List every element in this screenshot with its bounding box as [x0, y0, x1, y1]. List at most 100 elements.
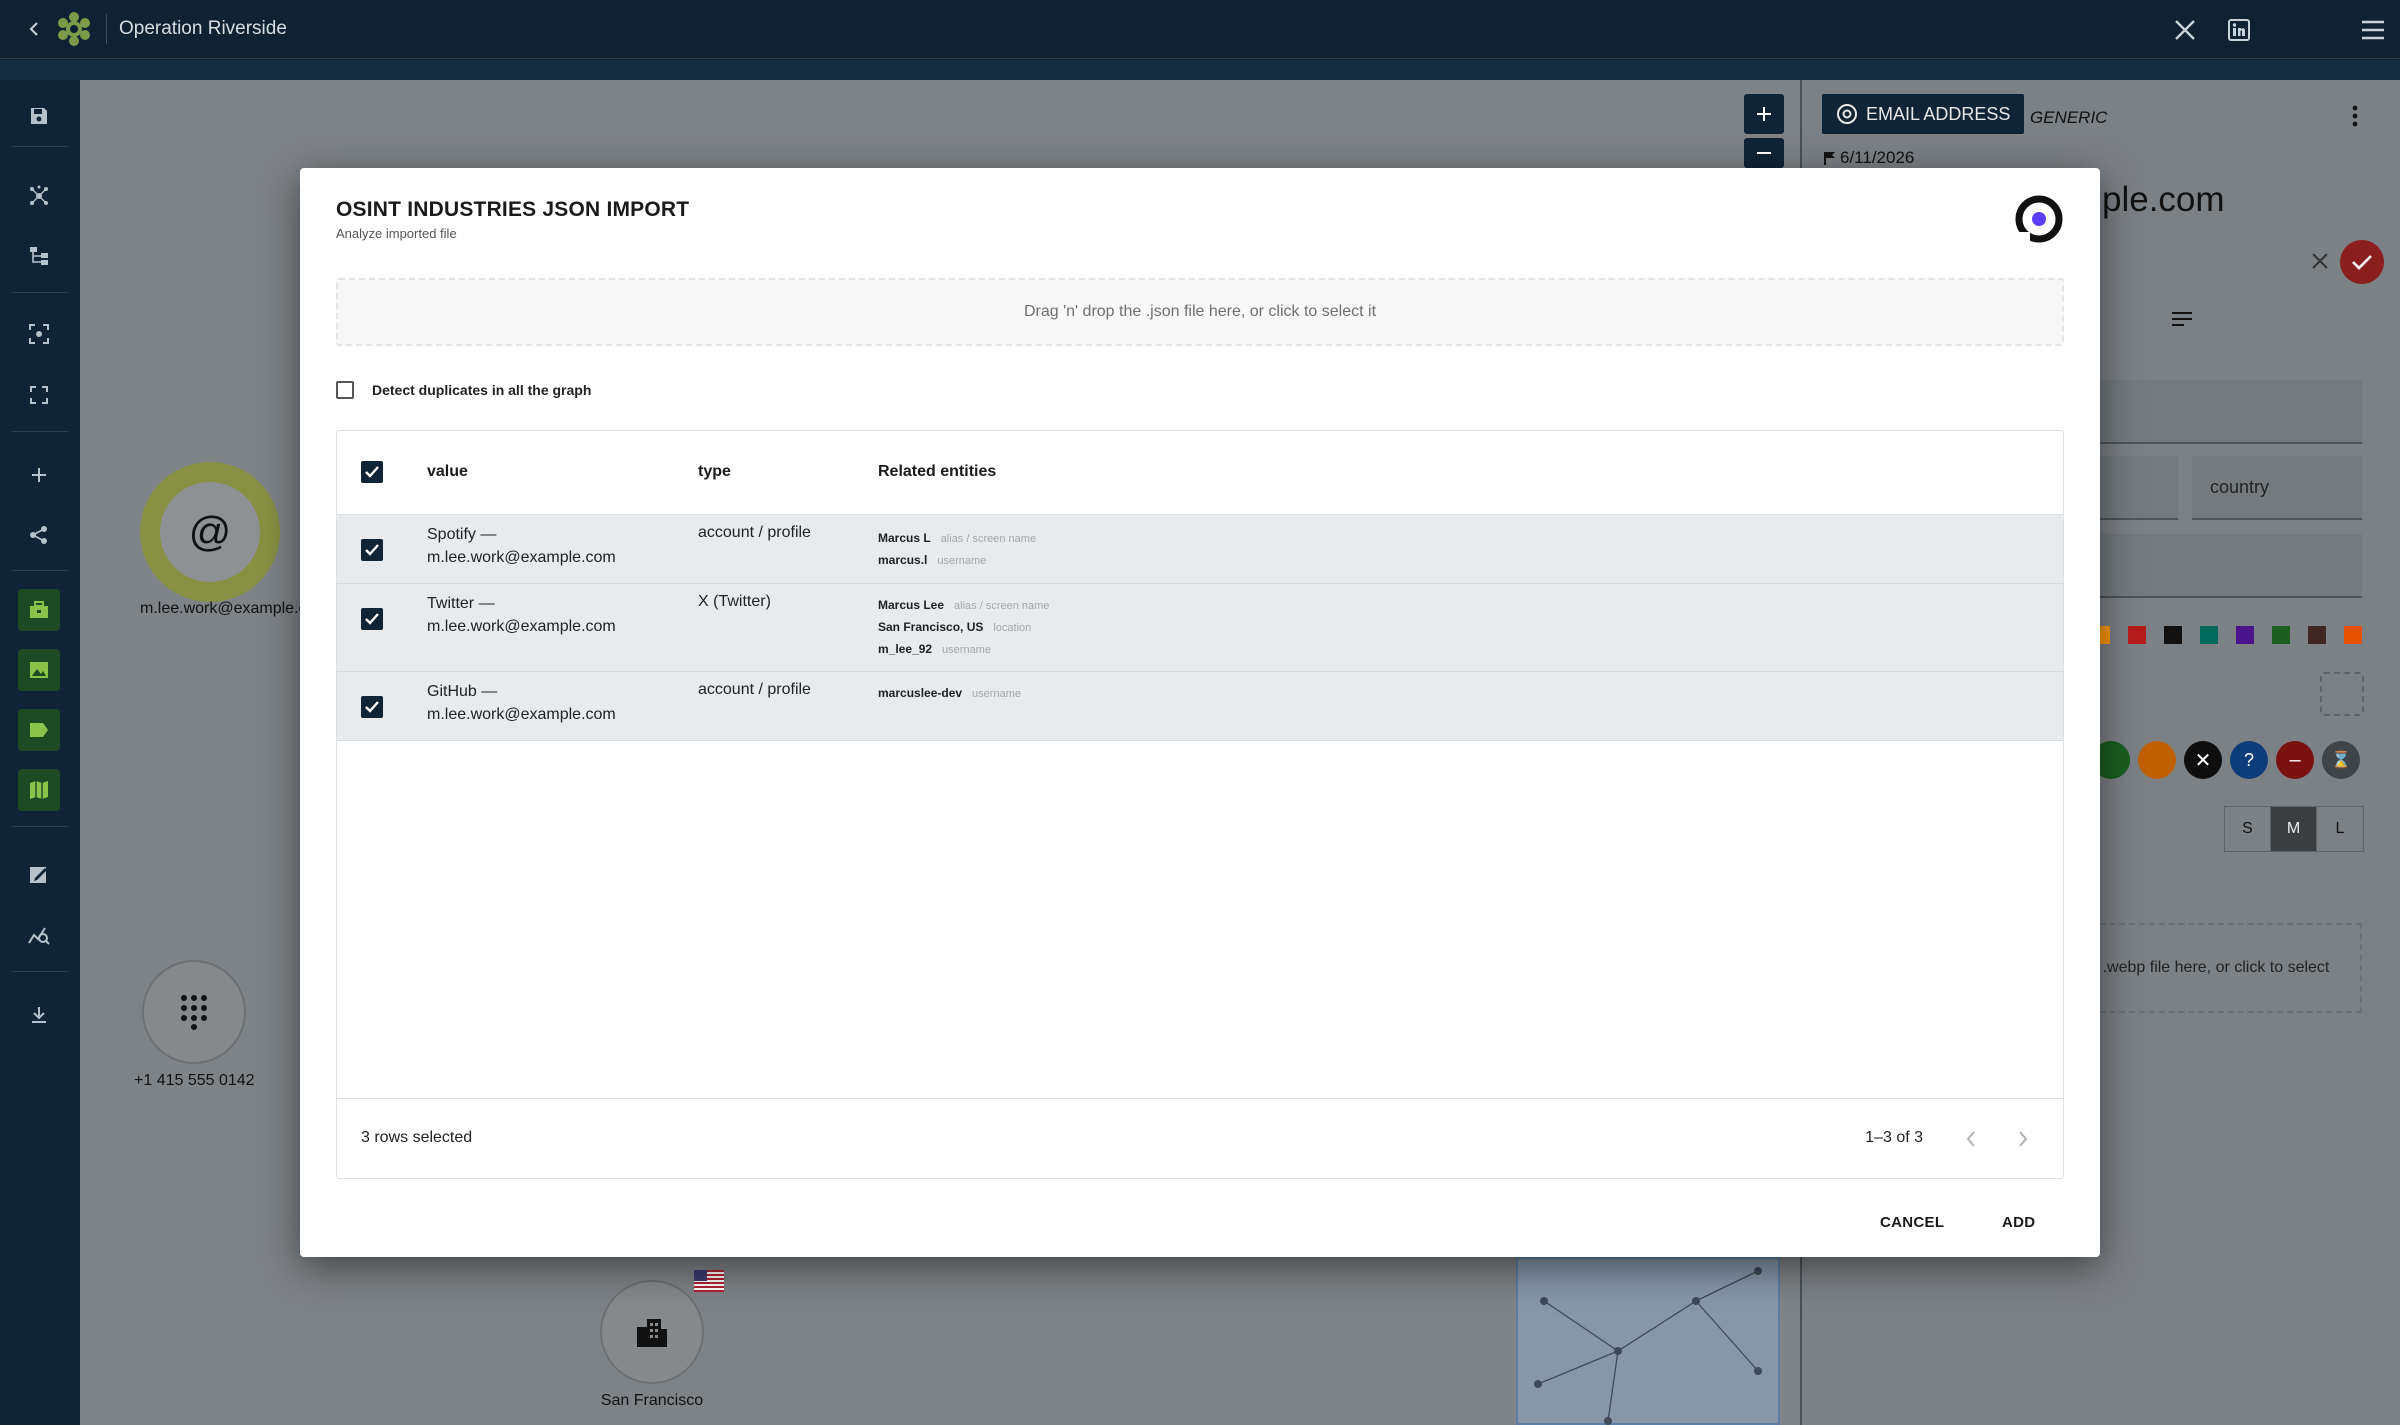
- zoom-out-button[interactable]: [1744, 138, 1784, 168]
- size-l-button[interactable]: L: [2317, 807, 2363, 851]
- city-icon: [600, 1280, 704, 1384]
- app-logo: [56, 11, 92, 47]
- zoom-in-button[interactable]: [1744, 94, 1784, 134]
- color-swatch[interactable]: [2344, 626, 2362, 644]
- city-node-label: San Francisco: [600, 1392, 704, 1409]
- color-swatch[interactable]: [2236, 626, 2254, 644]
- status-blocked-icon[interactable]: –: [2276, 741, 2314, 779]
- dialog-subtitle: Analyze imported file: [336, 226, 457, 241]
- image-dropzone-label: .webp file here, or click to select: [2102, 959, 2330, 976]
- detect-duplicates[interactable]: Detect duplicates in all the graph: [336, 381, 591, 399]
- check-icon: [365, 613, 379, 625]
- column-header-type[interactable]: type: [698, 463, 731, 481]
- entity-type-chip[interactable]: EMAIL ADDRESS: [1822, 94, 2025, 134]
- generic-label: GENERIC: [2030, 108, 2108, 127]
- cancel-button[interactable]: CANCEL: [1868, 1206, 1956, 1239]
- entity-title: ple.com: [2102, 180, 2225, 219]
- row-checkbox[interactable]: [361, 539, 383, 561]
- select-all-checkbox[interactable]: [361, 461, 383, 483]
- map-icon[interactable]: [18, 769, 60, 811]
- share-icon[interactable]: [18, 514, 60, 556]
- status-pending-icon[interactable]: ⌛: [2322, 741, 2360, 779]
- related-entity-type: alias / screen name: [954, 600, 1050, 612]
- json-dropzone[interactable]: Drag 'n' drop the .json file here, or cl…: [336, 278, 2064, 346]
- analytics-icon[interactable]: [18, 914, 60, 956]
- table-row[interactable]: Twitter — m.lee.work@example.com X (Twit…: [337, 584, 2063, 672]
- tag-icon[interactable]: [18, 709, 60, 751]
- us-flag-icon: [694, 1270, 724, 1292]
- color-swatches[interactable]: [2092, 626, 2362, 644]
- minimap[interactable]: [1516, 1257, 1780, 1425]
- check-icon: [365, 701, 379, 713]
- edit-icon[interactable]: [18, 853, 60, 895]
- toolbox-icon[interactable]: [18, 589, 60, 631]
- pagination-label: 1–3 of 3: [1865, 1129, 1923, 1146]
- x-icon[interactable]: [2158, 0, 2212, 59]
- city-node[interactable]: San Francisco: [600, 1280, 704, 1410]
- related-entity: San Francisco, US location: [878, 617, 1049, 639]
- related-entity-value: Marcus L: [878, 531, 931, 545]
- close-icon[interactable]: [2309, 250, 2331, 272]
- row-value-service: Spotify —: [427, 526, 497, 543]
- save-icon[interactable]: [18, 95, 60, 137]
- image-icon[interactable]: [18, 649, 60, 691]
- color-swatch[interactable]: [2272, 626, 2290, 644]
- kebab-icon[interactable]: [2350, 104, 2360, 128]
- phone-node[interactable]: +1 415 555 0142: [134, 960, 255, 1090]
- back-icon[interactable]: [18, 12, 52, 46]
- related-entity-value: Marcus Lee: [878, 598, 945, 612]
- row-checkbox[interactable]: [361, 608, 383, 630]
- color-swatch[interactable]: [2128, 626, 2146, 644]
- check-icon: [2352, 255, 2372, 270]
- row-value-service: GitHub —: [427, 683, 498, 700]
- menu-icon[interactable]: [2346, 0, 2400, 59]
- notes-icon[interactable]: [2170, 310, 2194, 330]
- image-dropzone[interactable]: .webp file here, or click to select: [2070, 923, 2362, 1013]
- status-error-icon[interactable]: ✕: [2184, 741, 2222, 779]
- row-type: account / profile: [698, 681, 811, 698]
- related-entity-type: username: [972, 688, 1021, 700]
- hidden-icon: [2266, 0, 2346, 59]
- next-page-icon[interactable]: [2005, 1121, 2041, 1157]
- row-value-email: m.lee.work@example.com: [427, 618, 616, 635]
- detect-duplicates-checkbox[interactable]: [336, 381, 354, 399]
- check-icon: [365, 544, 379, 556]
- hierarchy-icon[interactable]: [18, 235, 60, 277]
- graph-icon[interactable]: [18, 175, 60, 217]
- table-row[interactable]: GitHub — m.lee.work@example.com account …: [337, 672, 2063, 741]
- fullscreen-icon[interactable]: [18, 374, 60, 416]
- row-value-service: Twitter —: [427, 595, 495, 612]
- country-select[interactable]: country: [2192, 456, 2362, 520]
- size-s-button[interactable]: S: [2225, 807, 2271, 851]
- text-field[interactable]: [2072, 380, 2362, 444]
- size-m-button[interactable]: M: [2271, 807, 2317, 851]
- check-icon: [365, 466, 379, 478]
- related-entity-type: username: [937, 555, 987, 567]
- description-field[interactable]: [2072, 534, 2362, 598]
- add-button[interactable]: ADD: [1990, 1206, 2047, 1239]
- status-icons[interactable]: ✕ ? – ⌛: [2092, 741, 2360, 779]
- column-header-value[interactable]: value: [427, 463, 468, 481]
- table-row[interactable]: Spotify — m.lee.work@example.com account…: [337, 515, 2063, 584]
- plus-icon: [1757, 107, 1771, 121]
- status-unknown-icon[interactable]: ?: [2230, 741, 2268, 779]
- row-checkbox[interactable]: [361, 696, 383, 718]
- linkedin-icon[interactable]: [2212, 0, 2266, 59]
- add-icon[interactable]: [18, 454, 60, 496]
- email-node[interactable]: @: [140, 462, 280, 602]
- related-entity: m_lee_92 username: [878, 639, 1049, 661]
- add-color-button[interactable]: [2320, 672, 2364, 716]
- related-entity: Marcus L alias / screen name: [878, 528, 1036, 550]
- status-warning-icon[interactable]: [2138, 741, 2176, 779]
- size-toggle[interactable]: S M L: [2224, 806, 2364, 852]
- download-icon[interactable]: [18, 994, 60, 1036]
- row-related-entities: Marcus Lee alias / screen name San Franci…: [878, 595, 1049, 661]
- color-swatch[interactable]: [2308, 626, 2326, 644]
- confirm-button[interactable]: [2340, 240, 2384, 284]
- color-swatch[interactable]: [2200, 626, 2218, 644]
- prev-page-icon[interactable]: [1953, 1121, 1989, 1157]
- column-header-related[interactable]: Related entities: [878, 463, 996, 481]
- focus-icon[interactable]: [18, 313, 60, 355]
- row-value: Twitter — m.lee.work@example.com: [427, 592, 616, 638]
- color-swatch[interactable]: [2164, 626, 2182, 644]
